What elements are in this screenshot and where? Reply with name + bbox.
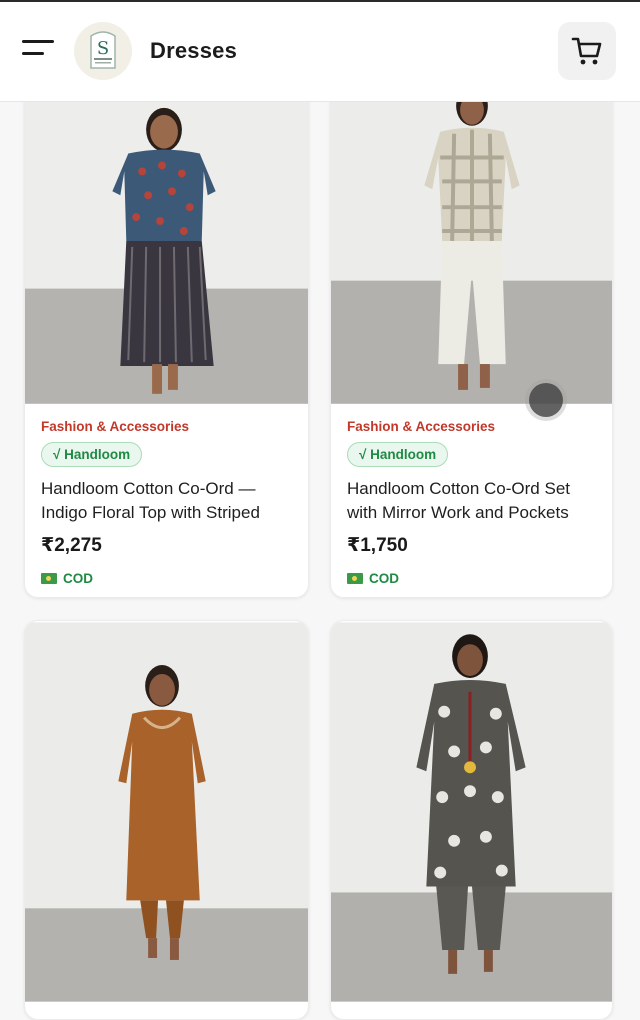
store-logo-icon[interactable]: S — [74, 22, 132, 80]
product-name[interactable]: Handloom Cotton Co-Ord Set with Mirror W… — [347, 477, 600, 525]
product-price: ₹2,275 — [41, 535, 102, 556]
cash-icon — [347, 573, 363, 584]
svg-text:S: S — [97, 38, 109, 59]
product-image[interactable] — [25, 621, 308, 1003]
shopping-cart-icon[interactable] — [558, 22, 616, 80]
product-image[interactable] — [25, 61, 308, 405]
product-card[interactable]: Fashion & Accessories √ Handloom Handloo… — [330, 60, 613, 598]
cod-text: COD — [369, 571, 399, 586]
hamburger-menu-icon[interactable] — [22, 38, 56, 62]
page-title: Dresses — [150, 38, 238, 63]
product-name[interactable]: Handloom Cotton Co-Ord — Indigo Floral T… — [41, 477, 296, 525]
app-header: S Dresses — [0, 2, 640, 102]
handloom-badge: √ Handloom — [347, 442, 449, 467]
cod-label: COD — [347, 571, 600, 586]
cod-label: COD — [41, 571, 296, 586]
product-card[interactable]: Fashion & Accessories √ Handloom Handloo… — [24, 60, 309, 598]
product-category: Fashion & Accessories — [347, 419, 496, 434]
product-image[interactable] — [331, 621, 612, 1003]
cash-icon — [41, 573, 57, 584]
product-price: ₹1,750 — [347, 535, 408, 556]
cod-text: COD — [63, 571, 93, 586]
product-card[interactable] — [330, 620, 613, 1020]
touch-indicator — [529, 383, 563, 417]
product-card[interactable] — [24, 620, 309, 1020]
product-image[interactable] — [331, 61, 612, 405]
product-category: Fashion & Accessories — [41, 419, 190, 434]
handloom-badge: √ Handloom — [41, 442, 143, 467]
